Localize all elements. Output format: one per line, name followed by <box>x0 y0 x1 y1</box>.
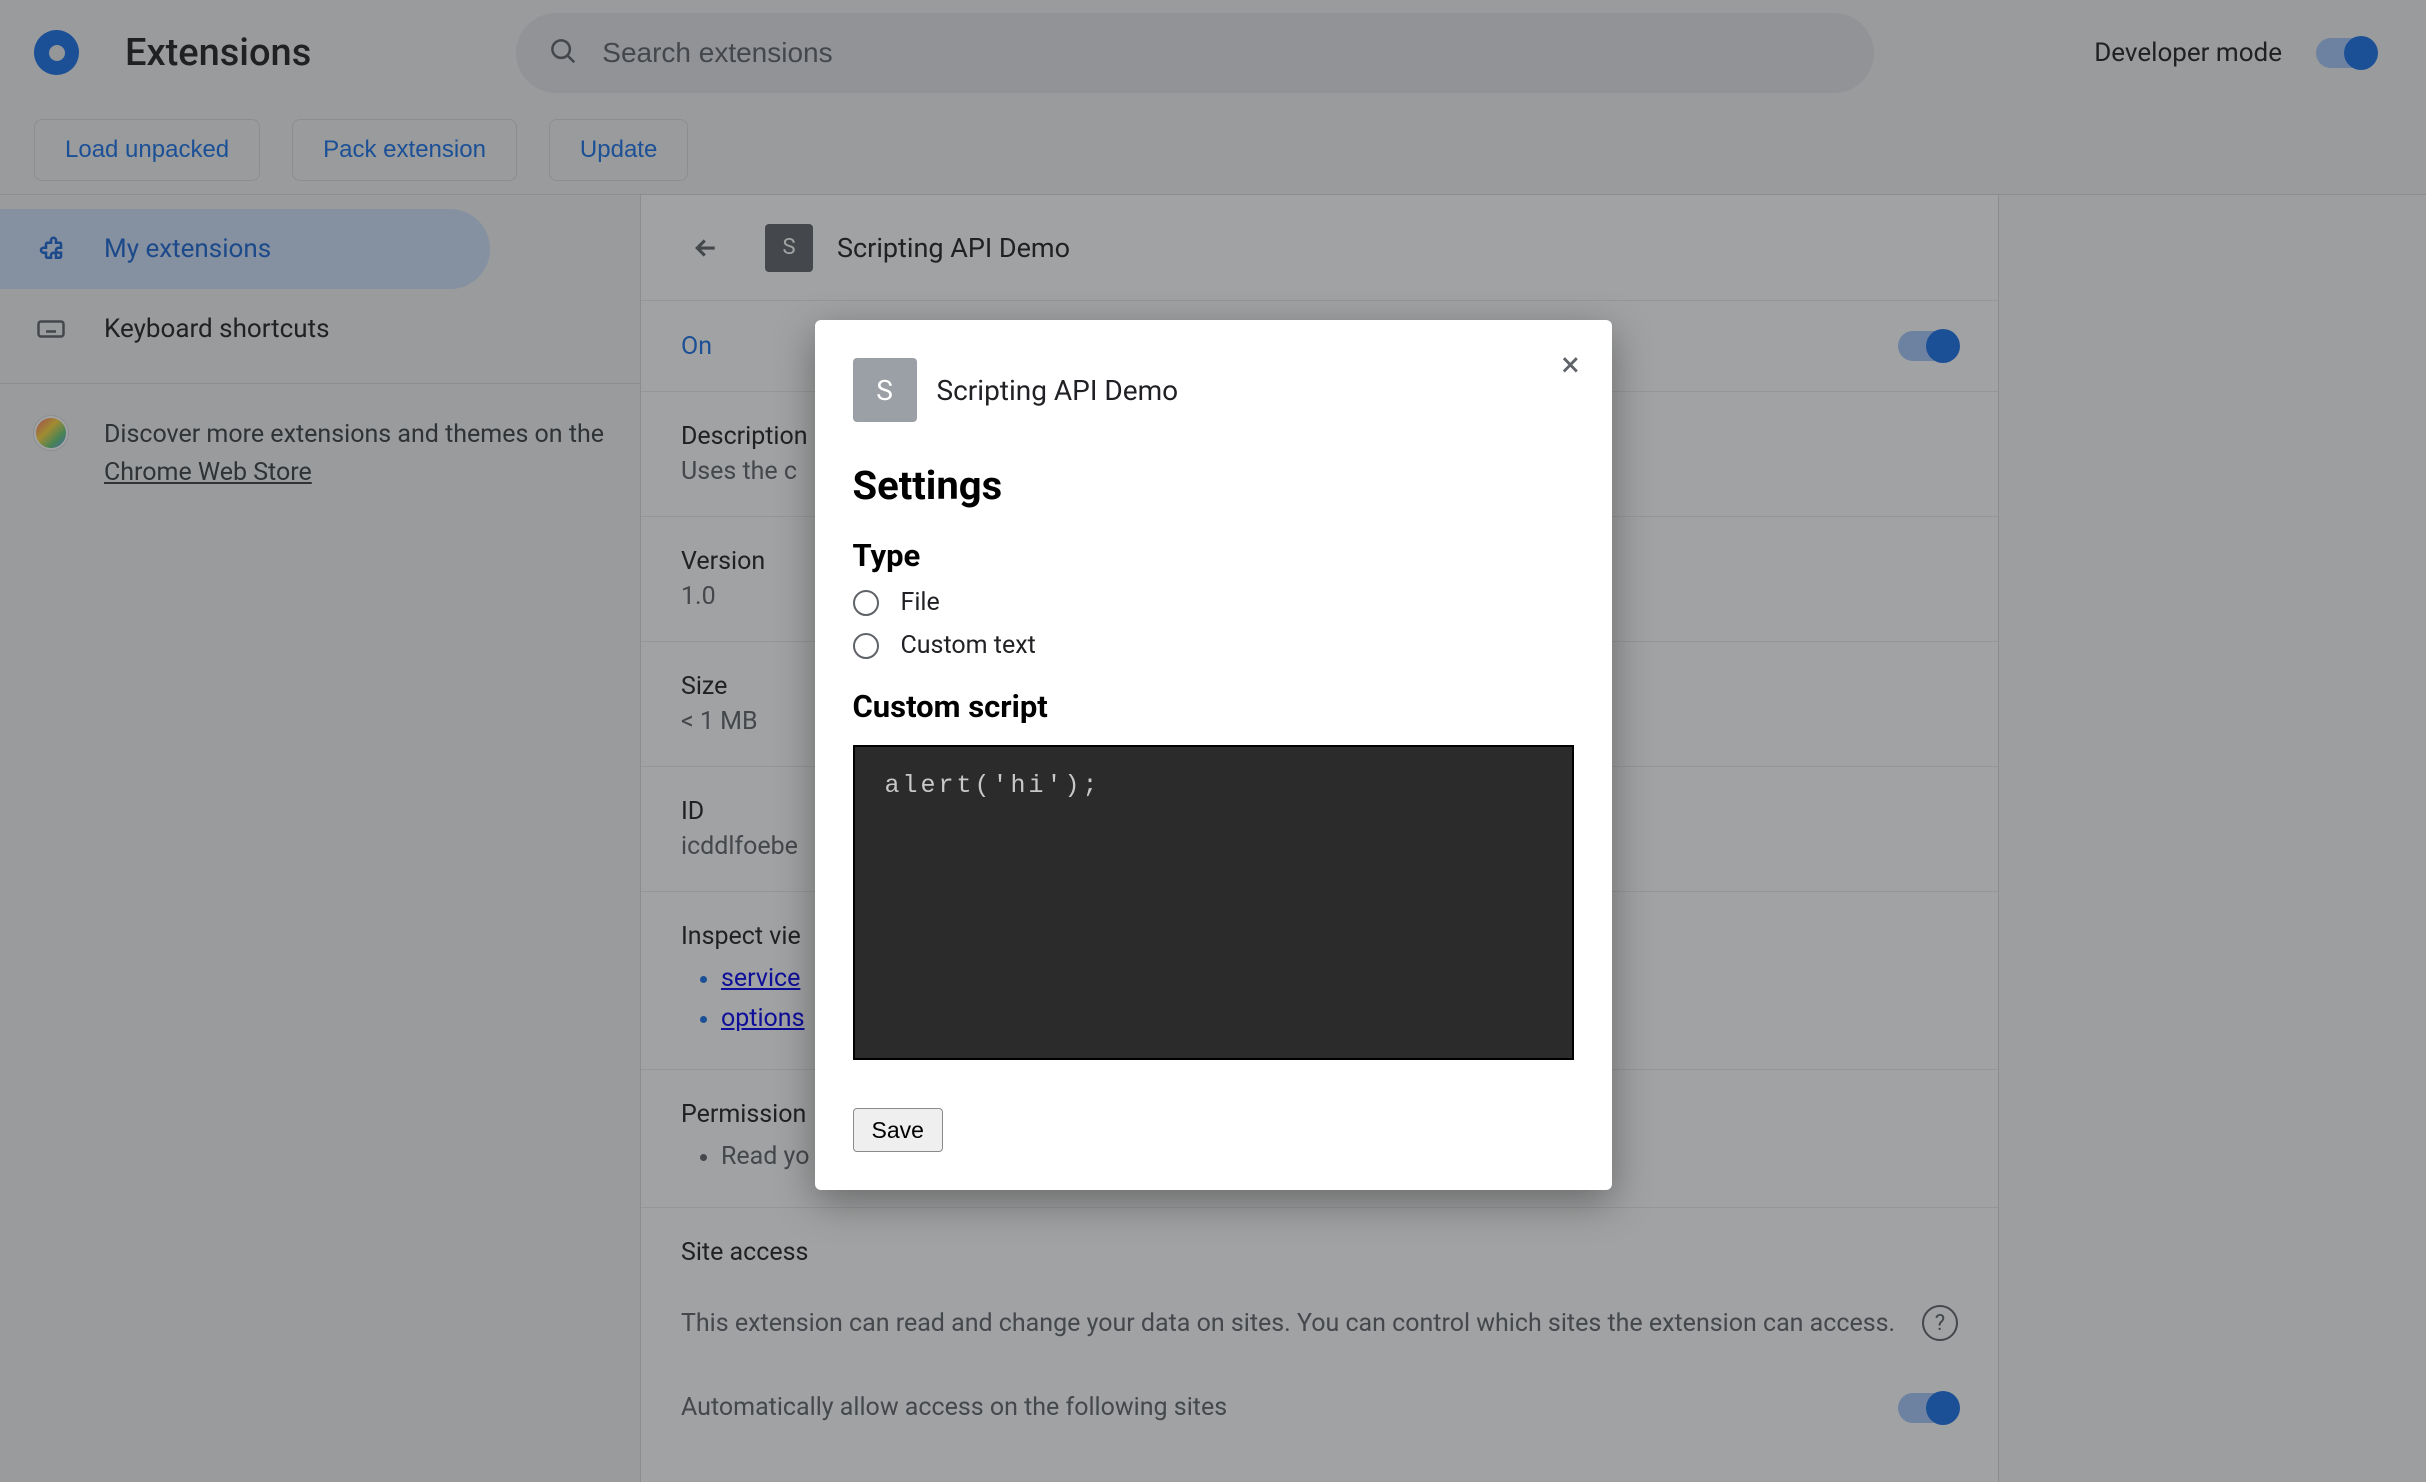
custom-script-textarea[interactable] <box>853 745 1574 1060</box>
type-option-custom-text[interactable]: Custom text <box>853 631 1574 660</box>
save-button[interactable]: Save <box>853 1108 943 1152</box>
type-heading: Type <box>853 537 1574 574</box>
modal-extension-name: Scripting API Demo <box>937 374 1179 407</box>
radio-icon <box>853 633 879 659</box>
custom-script-heading: Custom script <box>853 688 1574 725</box>
modal-scrim[interactable]: × S Scripting API Demo Settings Type Fil… <box>0 0 2426 1482</box>
type-option-file[interactable]: File <box>853 588 1574 617</box>
settings-heading: Settings <box>853 462 1574 509</box>
radio-label: File <box>901 588 940 617</box>
settings-modal: × S Scripting API Demo Settings Type Fil… <box>815 320 1612 1190</box>
close-icon[interactable]: × <box>1561 348 1579 382</box>
radio-icon <box>853 590 879 616</box>
modal-extension-badge: S <box>853 358 917 422</box>
radio-label: Custom text <box>901 631 1036 660</box>
